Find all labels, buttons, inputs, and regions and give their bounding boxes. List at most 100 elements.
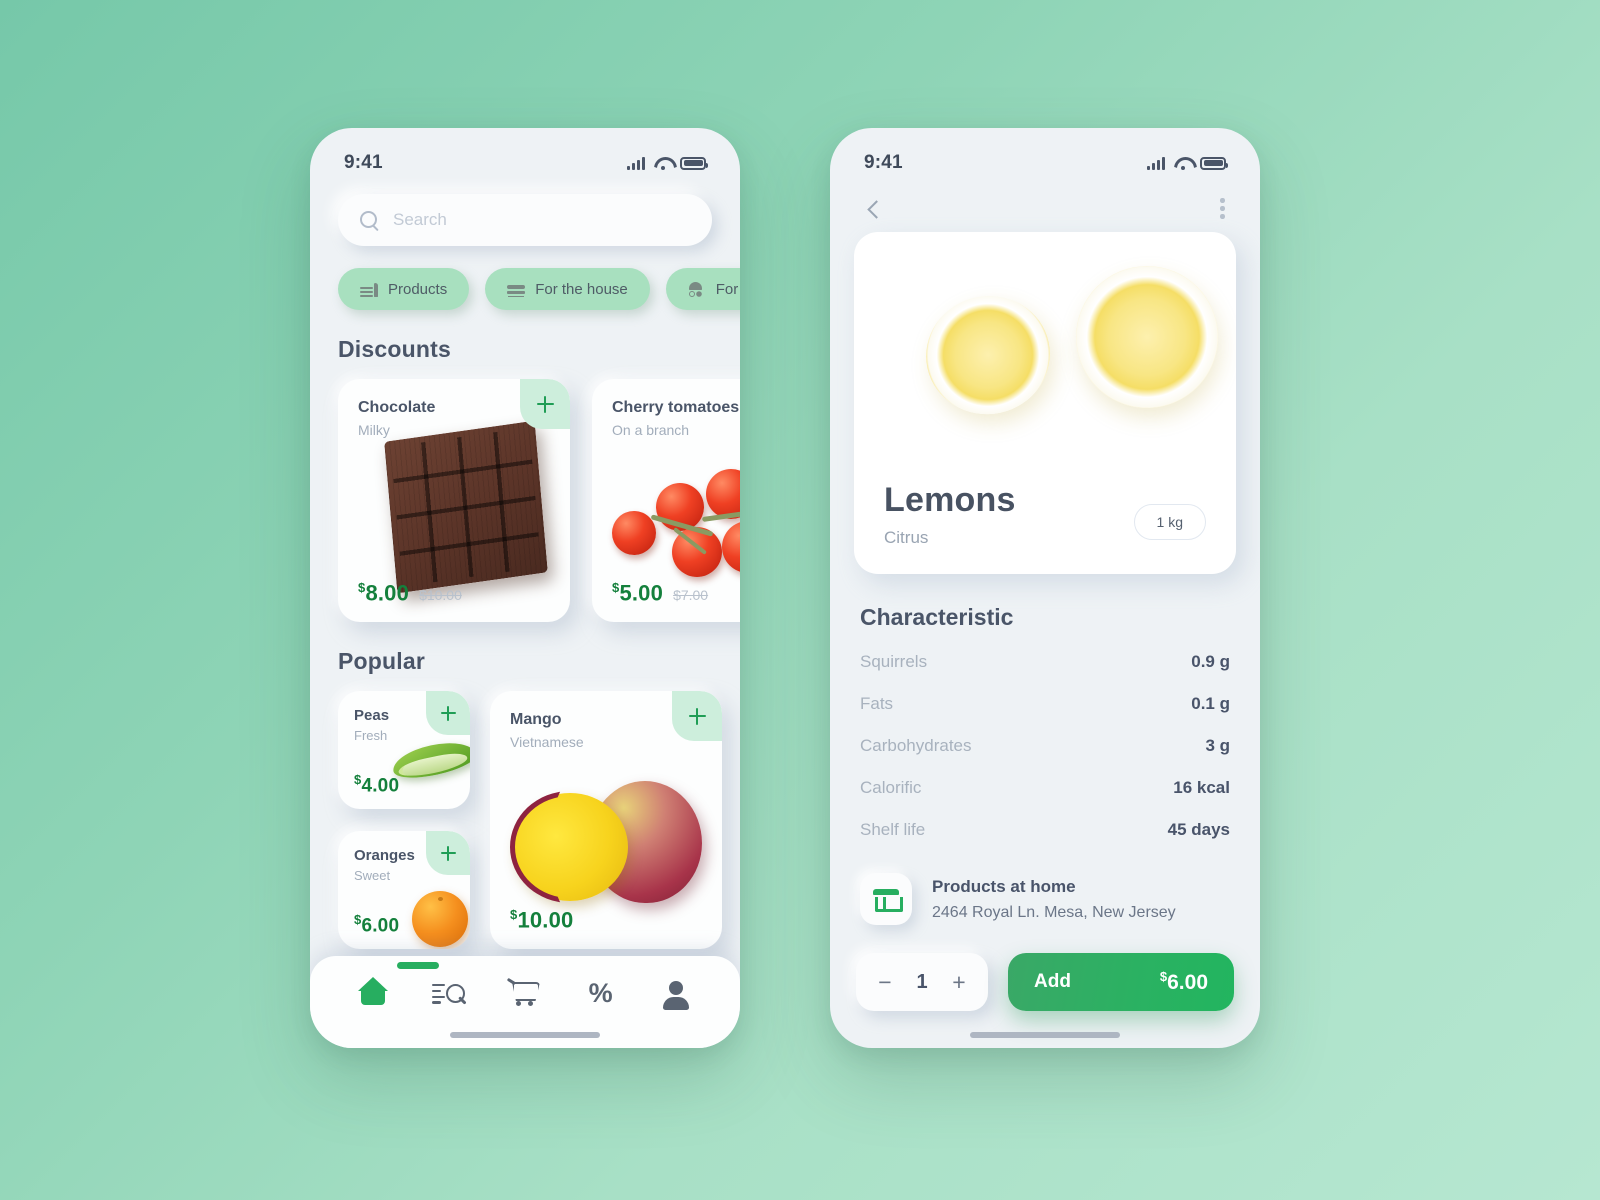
price-row: $4.00 (354, 772, 399, 797)
chip-label: For children (715, 280, 740, 298)
fastfood-icon (360, 281, 378, 297)
peas-image (388, 735, 470, 787)
orange-image (412, 891, 468, 947)
product-old-price: $7.00 (673, 587, 709, 603)
product-card-mango[interactable]: Mango Vietnamese $10.00 (490, 691, 722, 949)
product-price: $8.00 (358, 579, 410, 605)
search-list-icon (432, 984, 446, 1007)
tab-profile[interactable] (657, 974, 695, 1012)
add-to-cart-button[interactable] (520, 379, 570, 429)
chip-for-the-house[interactable]: For the house (485, 268, 650, 310)
increment-button[interactable]: + (950, 970, 968, 994)
status-icons (1147, 156, 1228, 170)
search-section: Search (310, 184, 740, 246)
store-icon (873, 889, 903, 912)
status-bar-right: 9:41 (830, 128, 1260, 184)
characteristic-key: Fats (860, 694, 894, 713)
product-card-chocolate[interactable]: Chocolate Milky $8.00 $10.00 (338, 379, 570, 622)
wifi-icon (654, 157, 671, 170)
product-price: $5.00 (612, 579, 664, 605)
popular-column-left: Peas Fresh $4.00 Oranges Sweet $6.00 (338, 691, 470, 949)
status-icons (627, 156, 708, 170)
cherry-tomatoes-image (610, 465, 740, 585)
detail-top-nav (830, 184, 1260, 220)
home-indicator (450, 1032, 600, 1038)
price-row: $10.00 (510, 907, 574, 933)
price-row: $5.00 $7.00 (612, 580, 708, 606)
tab-search[interactable] (430, 974, 468, 1012)
product-card-cherry-tomatoes[interactable]: Cherry tomatoes On a branch $5.00 $7.00 (592, 379, 740, 622)
discounts-title: Discounts (338, 336, 451, 362)
product-category: Citrus (884, 528, 929, 547)
characteristic-value: 0.9 g (1191, 652, 1230, 671)
product-old-price: $10.00 (419, 587, 462, 603)
characteristic-list: Squirrels 0.9 g Fats 0.1 g Carbohydrates… (830, 631, 1260, 851)
search-input[interactable]: Search (338, 194, 712, 246)
product-price: $4.00 (354, 771, 400, 796)
decrement-button[interactable]: − (876, 970, 894, 994)
characteristic-key: Squirrels (860, 652, 928, 671)
hero-footer: Lemons Citrus 1 kg (854, 481, 1236, 574)
action-bar: − 1 + Add $6.00 (830, 925, 1260, 1011)
product-hero-card: Lemons Citrus 1 kg (854, 232, 1236, 574)
tab-discounts[interactable]: % (582, 974, 620, 1012)
battery-icon (1200, 156, 1228, 170)
signal-bars-icon (627, 156, 645, 170)
store-text: Products at home 2464 Royal Ln. Mesa, Ne… (932, 877, 1176, 922)
add-button-price: $6.00 (1159, 969, 1208, 994)
weight-badge[interactable]: 1 kg (1133, 504, 1206, 540)
signal-bars-icon (1147, 156, 1165, 170)
add-button-label: Add (1034, 971, 1071, 992)
store-info[interactable]: Products at home 2464 Royal Ln. Mesa, Ne… (830, 851, 1260, 925)
product-detail-screen: Lemons Citrus 1 kg Characteristic Squirr… (830, 184, 1260, 1048)
add-to-cart-button[interactable] (426, 831, 470, 875)
page-title: Lemons (884, 481, 1016, 519)
search-placeholder: Search (393, 210, 447, 229)
product-card-peas[interactable]: Peas Fresh $4.00 (338, 691, 470, 809)
category-chip-list: Products For the house For children (310, 246, 740, 310)
lemon-half-right (1076, 266, 1218, 408)
stroller-icon (688, 281, 706, 297)
phone-right: 9:41 Lemons Citrus 1 kg Characteristic S… (830, 128, 1260, 1048)
quantity-stepper[interactable]: − 1 + (856, 953, 988, 1011)
add-button[interactable]: Add $6.00 (1008, 953, 1234, 1011)
mango-image (510, 779, 702, 907)
add-to-cart-button[interactable] (672, 691, 722, 741)
characteristic-row: Carbohydrates 3 g (860, 725, 1230, 767)
store-address: 2464 Royal Ln. Mesa, New Jersey (932, 903, 1176, 921)
product-name: Cherry tomatoes (612, 399, 740, 416)
tab-home[interactable] (355, 962, 439, 1012)
store-name: Products at home (932, 876, 1076, 896)
tab-cart[interactable] (506, 974, 544, 1012)
battery-icon (680, 156, 708, 170)
characteristic-value: 45 days (1167, 820, 1230, 839)
chip-label: For the house (535, 280, 628, 298)
characteristic-key: Carbohydrates (860, 736, 972, 755)
search-icon (360, 210, 379, 230)
chip-products[interactable]: Products (338, 268, 470, 310)
characteristic-row: Fats 0.1 g (860, 683, 1230, 725)
hero-text: Lemons Citrus (884, 481, 1016, 548)
phone-left: 9:41 Search Products For the house For D… (310, 128, 740, 1048)
price-row: $6.00 (354, 912, 399, 937)
bed-icon (507, 281, 526, 297)
discounts-list: Chocolate Milky $8.00 $10.00 Cherry toma… (310, 363, 740, 622)
more-vertical-icon[interactable] (1220, 198, 1226, 220)
add-to-cart-button[interactable] (426, 691, 470, 735)
wifi-icon (1174, 157, 1191, 170)
product-subtitle: On a branch (612, 422, 690, 438)
price-row: $8.00 $10.00 (358, 580, 462, 606)
quantity-value: 1 (916, 970, 928, 993)
popular-list: Peas Fresh $4.00 Oranges Sweet $6.00 Man… (310, 675, 740, 949)
characteristic-row: Calorific 16 kcal (860, 767, 1230, 809)
product-price: $6.00 (354, 911, 400, 936)
characteristic-value: 0.1 g (1191, 694, 1230, 713)
chip-label: Products (388, 280, 448, 298)
status-bar-left: 9:41 (310, 128, 740, 184)
product-card-oranges[interactable]: Oranges Sweet $6.00 (338, 831, 470, 949)
characteristic-title: Characteristic (860, 604, 1014, 630)
product-price: $10.00 (510, 906, 574, 932)
characteristic-row: Shelf life 45 days (860, 809, 1230, 851)
chevron-left-icon[interactable] (864, 199, 884, 219)
chip-for-children[interactable]: For children (665, 268, 740, 310)
